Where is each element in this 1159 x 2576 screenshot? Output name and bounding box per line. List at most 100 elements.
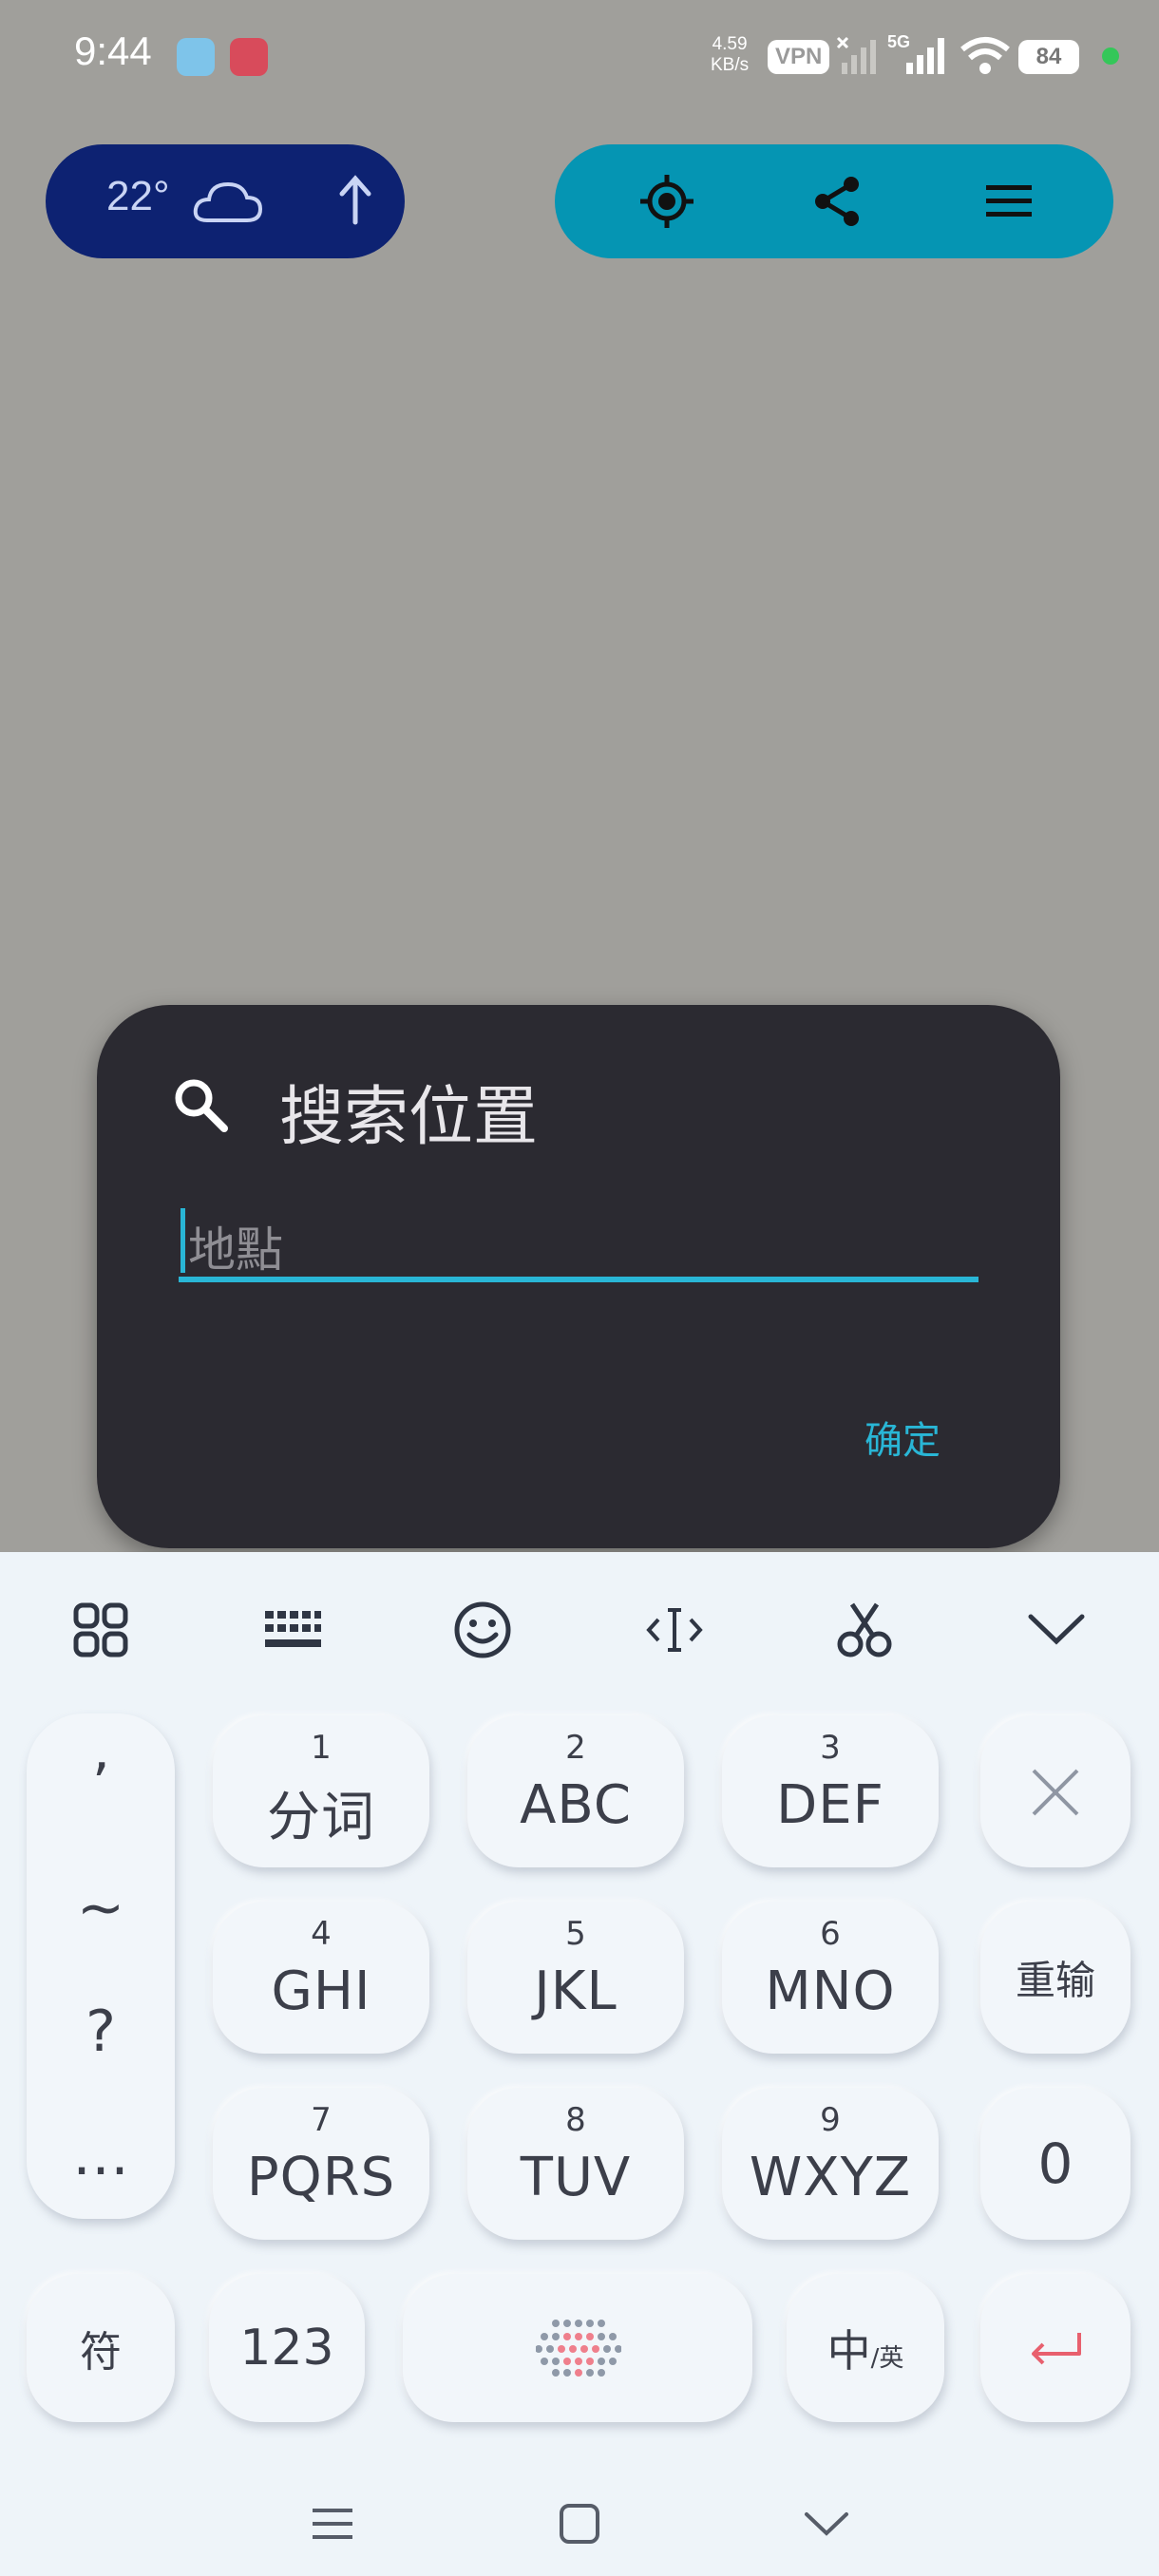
symbol-key[interactable]: 符	[27, 2274, 175, 2422]
scissors-icon	[837, 1602, 892, 1657]
punctuation-key[interactable]: …	[27, 2122, 175, 2188]
status-bar: 9:44 4.59 KB/s VPN 5G 84	[0, 0, 1159, 114]
lang-sub: /英	[870, 2344, 904, 2373]
key-number: 8	[565, 2101, 586, 2139]
vpn-badge: VPN	[768, 40, 830, 74]
locate-icon	[640, 175, 694, 228]
share-button[interactable]	[804, 167, 872, 236]
punctuation-key[interactable]: ’	[27, 1752, 175, 1818]
punctuation-key[interactable]: ?	[27, 1998, 175, 2065]
home-button[interactable]	[546, 2491, 613, 2557]
network-speed-value: 4.59	[712, 34, 748, 54]
key-0[interactable]: 0	[980, 2088, 1130, 2240]
app-notification-icon	[177, 38, 215, 76]
enter-key[interactable]	[980, 2274, 1130, 2422]
key-9[interactable]: 9 WXYZ	[722, 2088, 939, 2240]
punctuation-key[interactable]: ~	[27, 1875, 175, 1941]
key-letters: 分词	[267, 1787, 375, 1848]
key-number: 4	[311, 1915, 332, 1953]
locate-button[interactable]	[633, 167, 701, 236]
number-mode-key[interactable]: 123	[209, 2274, 365, 2422]
symbol-label: 符	[80, 2328, 122, 2377]
enter-icon	[1032, 2333, 1081, 2365]
key-letters: PQRS	[246, 2147, 396, 2208]
privacy-dot-icon	[1102, 47, 1119, 65]
location-input-placeholder: 地點	[188, 1222, 283, 1278]
number-mode-label: 123	[239, 2320, 334, 2377]
key-7[interactable]: 7 PQRS	[213, 2088, 429, 2240]
cursor-button[interactable]	[636, 1592, 712, 1668]
key-number: 5	[565, 1915, 586, 1953]
key-letters: WXYZ	[749, 2147, 912, 2208]
lang-main: 中	[826, 2325, 871, 2377]
key-number: 3	[820, 1729, 841, 1767]
delete-key[interactable]	[980, 1715, 1130, 1867]
retype-label: 重输	[1015, 1957, 1095, 2004]
cloud-icon	[193, 181, 263, 222]
network-speed-unit: KB/s	[711, 55, 750, 75]
signal-off-icon	[836, 36, 876, 74]
key-2[interactable]: 2 ABC	[467, 1715, 684, 1867]
key-number: 9	[820, 2101, 841, 2139]
back-button[interactable]	[793, 2491, 860, 2557]
language-switch-label: 中/英	[787, 2317, 944, 2379]
search-icon	[175, 1079, 228, 1132]
emoji-button[interactable]	[445, 1592, 521, 1668]
dialog-title: 搜索位置	[279, 1080, 539, 1155]
key-6[interactable]: 6 MNO	[722, 1902, 939, 2054]
key-8[interactable]: 8 TUV	[467, 2088, 684, 2240]
network-speed: 4.59 KB/s	[711, 34, 749, 76]
key-letters: MNO	[765, 1960, 896, 2022]
key-3[interactable]: 3 DEF	[722, 1715, 939, 1867]
voice-dots-icon	[536, 2320, 621, 2377]
retype-key[interactable]: 重输	[980, 1902, 1130, 2054]
close-icon	[1032, 1769, 1079, 1816]
map-action-bar	[555, 144, 1113, 258]
recent-apps-button[interactable]	[299, 2491, 366, 2557]
key-letters: JKL	[534, 1960, 618, 2022]
key-number: 7	[311, 2101, 332, 2139]
text-cursor	[180, 1208, 185, 1273]
language-switch-key[interactable]: 中/英	[787, 2274, 944, 2422]
space-key[interactable]	[403, 2274, 752, 2422]
key-letters: TUV	[520, 2147, 632, 2208]
emoji-icon	[454, 1601, 511, 1658]
key-letters: ABC	[520, 1774, 632, 1836]
battery-level: 84	[1018, 40, 1079, 74]
cursor-icon	[646, 1608, 703, 1652]
key-zero-label: 0	[1037, 2131, 1074, 2196]
weather-widget[interactable]: 22°	[46, 144, 405, 258]
key-4[interactable]: 4 GHI	[213, 1902, 429, 2054]
system-nav-bar	[0, 2473, 1159, 2576]
menu-lines-icon	[313, 2509, 352, 2539]
wifi-icon	[960, 37, 1010, 74]
grid-icon	[73, 1602, 128, 1657]
collapse-keyboard-button[interactable]	[1018, 1592, 1094, 1668]
app-notification-icon	[230, 38, 268, 76]
arrow-up-icon	[339, 175, 371, 225]
key-letters: DEF	[776, 1774, 884, 1836]
key-1[interactable]: 1 分词	[213, 1715, 429, 1867]
keyboard: ’ ~ ? … 1 分词 2 ABC 3 DEF 4 GHI 5 JKL 6 M…	[0, 1552, 1159, 2576]
location-input[interactable]: 地點	[179, 1204, 978, 1282]
key-number: 6	[820, 1915, 841, 1953]
confirm-button[interactable]: 确定	[864, 1410, 940, 1465]
temperature: 22°	[106, 173, 170, 219]
key-number: 1	[311, 1729, 332, 1767]
punctuation-column: ’ ~ ? …	[27, 1714, 175, 2219]
keyboard-layout-button[interactable]	[255, 1592, 331, 1668]
key-5[interactable]: 5 JKL	[467, 1902, 684, 2054]
grid-button[interactable]	[63, 1592, 139, 1668]
clipboard-button[interactable]	[826, 1592, 902, 1668]
menu-button[interactable]	[975, 167, 1043, 236]
back-chevron-icon	[805, 2512, 848, 2536]
keyboard-icon	[265, 1611, 321, 1647]
share-icon	[815, 177, 859, 226]
signal-icon	[906, 38, 944, 74]
key-letters: GHI	[271, 1960, 371, 2022]
collapse-icon	[1028, 1614, 1085, 1645]
search-location-dialog: 搜索位置 地點 确定	[97, 1005, 1060, 1548]
key-number: 2	[565, 1729, 586, 1767]
home-square-icon	[560, 2504, 599, 2544]
menu-icon	[986, 185, 1032, 217]
